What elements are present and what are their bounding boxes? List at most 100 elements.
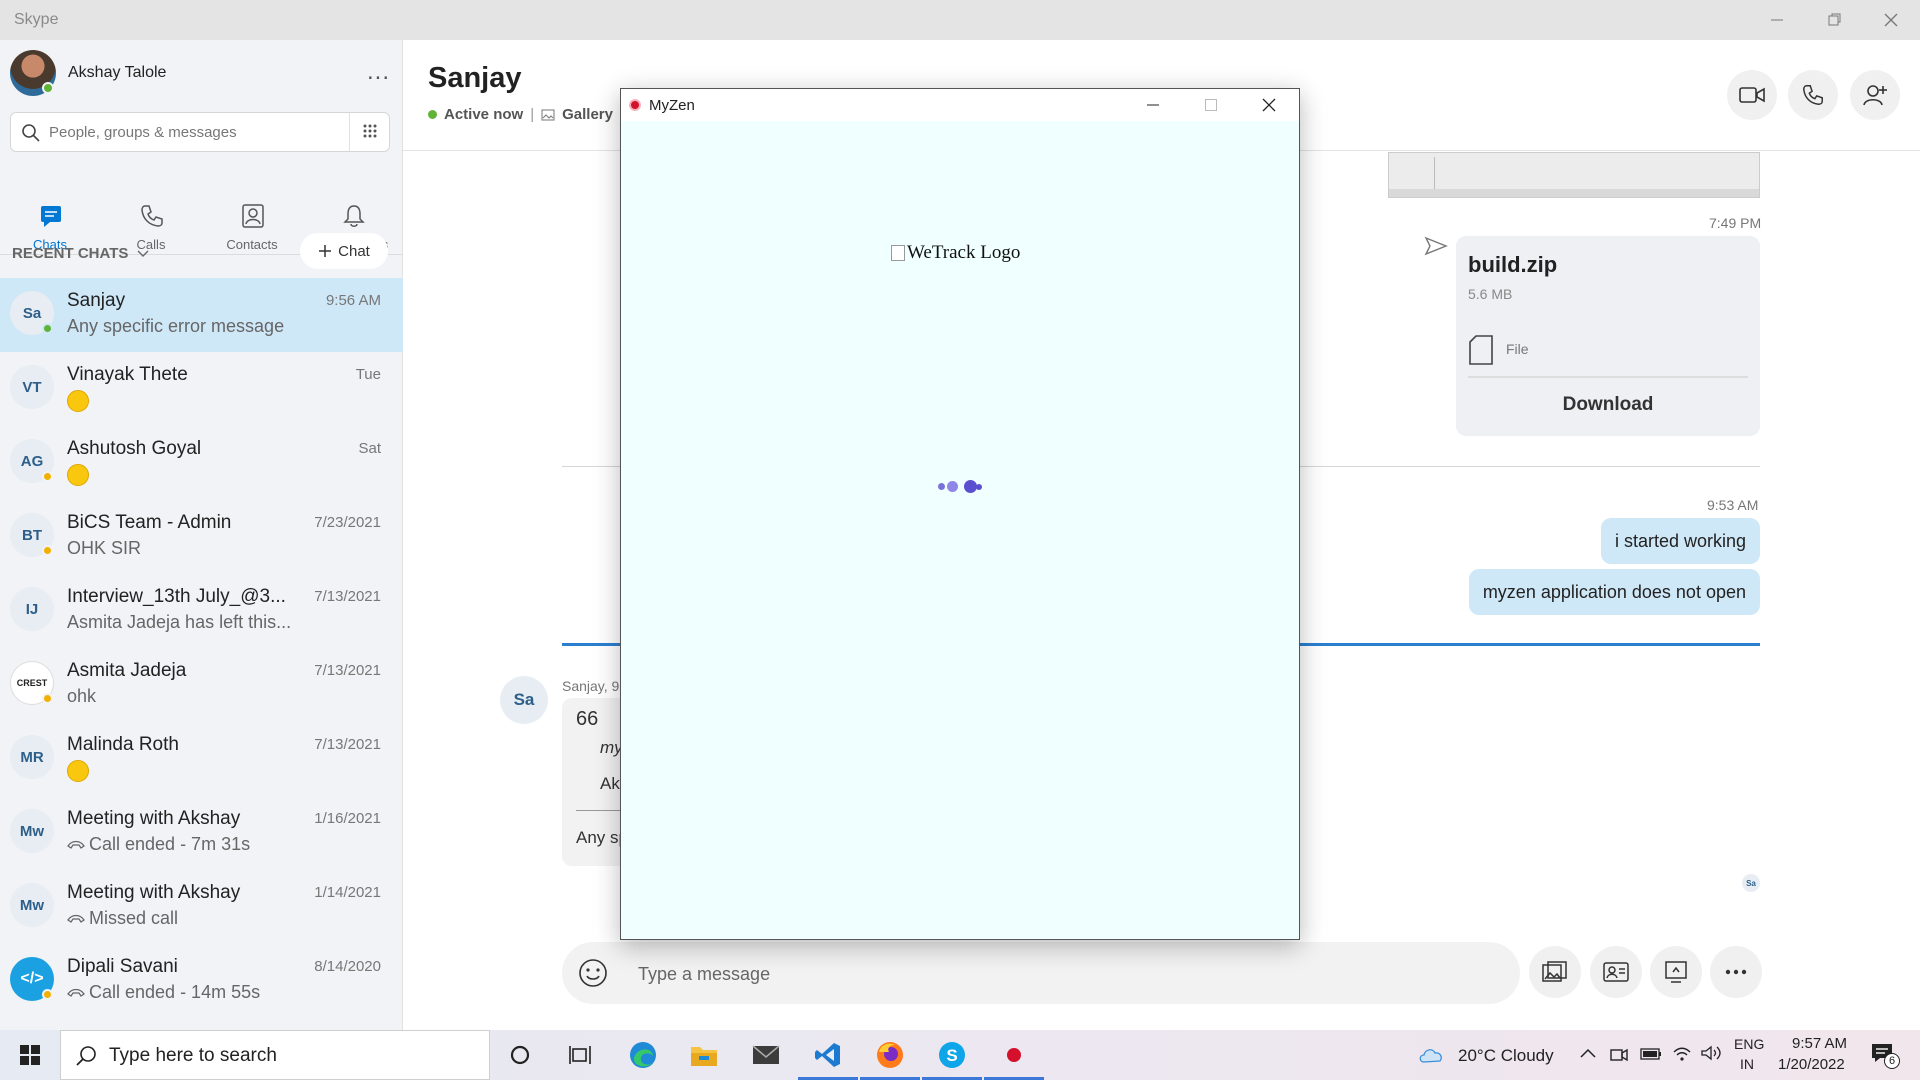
chat-timestamp: 1/14/2021 <box>314 884 381 901</box>
thinking-emoji-icon <box>67 464 89 487</box>
chat-preview-text: Call ended - 7m 31s <box>89 834 251 854</box>
avatar[interactable]: Mw <box>10 883 54 927</box>
chat-timestamp: 1/16/2021 <box>314 810 381 827</box>
firefox-taskbar-button[interactable] <box>860 1030 920 1080</box>
phone-icon <box>1803 85 1823 105</box>
sent-message[interactable]: i started working <box>1600 518 1760 564</box>
tab-contacts[interactable]: Contacts <box>202 165 302 253</box>
chat-name: Ashutosh Goyal <box>67 438 202 459</box>
chat-list-item[interactable]: CREST Asmita Jadeja ohk 7/13/2021 <box>0 648 403 722</box>
battery-icon[interactable] <box>1640 1048 1662 1060</box>
close-button[interactable] <box>1862 0 1920 40</box>
restore-button[interactable] <box>1806 0 1864 40</box>
chat-preview-text: Call ended - 14m 55s <box>89 982 261 1002</box>
file-divider <box>1468 376 1748 378</box>
cortana-button[interactable] <box>490 1030 550 1080</box>
message-timestamp: 7:49 PM <box>1709 215 1762 231</box>
chat-list-item[interactable]: Mw Meeting with Akshay Call ended - 7m 31s… <box>0 796 403 870</box>
conversation-title: Sanjay <box>428 62 522 94</box>
audio-call-button[interactable] <box>1788 70 1838 120</box>
clock-time[interactable]: 9:57 AM <box>1792 1035 1847 1052</box>
taskbar-search[interactable]: Type here to search <box>60 1030 490 1080</box>
chat-name: Sanjay <box>67 290 126 311</box>
avatar[interactable]: MR <box>10 735 54 779</box>
volume-icon[interactable] <box>1700 1044 1722 1062</box>
taskbar-search-input[interactable]: Type here to search <box>109 1045 277 1067</box>
message-input[interactable]: Type a message <box>638 964 770 985</box>
myzen-close-button[interactable] <box>1240 89 1298 121</box>
avatar[interactable]: VT <box>10 365 54 409</box>
chat-list-item[interactable]: AG Ashutosh Goyal Sat <box>0 426 403 500</box>
avatar[interactable]: Sa <box>500 676 548 724</box>
chevron-up-icon[interactable] <box>1580 1048 1596 1058</box>
more-options-icon[interactable]: ... <box>367 58 390 86</box>
gallery-link[interactable]: Gallery <box>562 106 613 123</box>
myzen-minimize-button[interactable] <box>1124 89 1182 121</box>
profile[interactable]: Akshay Talole ... <box>10 50 390 100</box>
chat-list-item[interactable]: Sa Sanjay Any specific error message 9:56 A… <box>0 278 403 352</box>
chat-list-item[interactable]: </> Dipali Savani Call ended - 14m 55s 8/14… <box>0 944 403 1018</box>
more-options-button[interactable] <box>1710 946 1762 998</box>
send-contact-button[interactable] <box>1590 946 1642 998</box>
windows-logo-icon <box>20 1045 40 1065</box>
active-status-label: Active now <box>444 106 524 123</box>
weather-widget[interactable] <box>1418 1043 1446 1072</box>
myzen-title-bar[interactable]: MyZen <box>621 89 1299 121</box>
start-button[interactable] <box>0 1030 60 1080</box>
screenshot-thumbnail[interactable] <box>1388 152 1760 198</box>
presence-online-dot <box>428 110 437 119</box>
myzen-taskbar-button[interactable] <box>984 1030 1044 1080</box>
download-button[interactable]: Download <box>1456 394 1760 416</box>
add-files-button[interactable] <box>1529 946 1581 998</box>
search-icon <box>22 124 40 142</box>
video-call-button[interactable] <box>1727 70 1777 120</box>
search-input[interactable]: People, groups & messages <box>49 124 237 141</box>
emoji-icon[interactable] <box>576 956 610 990</box>
chat-timestamp: 8/14/2020 <box>314 958 381 975</box>
smile-emoji-icon <box>67 390 89 413</box>
minimize-button[interactable] <box>1748 0 1806 40</box>
chat-list-item[interactable]: MR Malinda Roth 7/13/2021 <box>0 722 403 796</box>
language-indicator[interactable]: ENG <box>1734 1036 1764 1052</box>
message-composer[interactable]: Type a message <box>562 942 1520 1004</box>
mail-button[interactable] <box>736 1030 796 1080</box>
myzen-maximize-button[interactable] <box>1182 89 1240 121</box>
chat-preview: OHK SIR <box>67 538 141 559</box>
search-box[interactable]: People, groups & messages <box>10 112 390 152</box>
contacts-icon <box>242 204 264 228</box>
wifi-icon[interactable] <box>1672 1044 1692 1062</box>
skype-taskbar-button[interactable]: S <box>922 1030 982 1080</box>
chat-list-item[interactable]: IJ Interview_13th July_@3... Asmita Jadeja… <box>0 574 403 648</box>
tab-chats[interactable]: Chats <box>0 165 100 253</box>
chat-timestamp: 7/23/2021 <box>314 514 381 531</box>
chat-preview-text: OHK SIR <box>67 538 142 558</box>
myzen-window[interactable]: MyZen WeTrack Logo <box>620 88 1300 940</box>
chat-preview: Asmita Jadeja has left this... <box>67 612 291 633</box>
tab-calls[interactable]: Calls <box>101 165 201 253</box>
dialpad-button[interactable] <box>349 113 389 151</box>
phone-icon <box>141 205 163 227</box>
avatar[interactable]: Mw <box>10 809 54 853</box>
vscode-taskbar-button[interactable] <box>798 1030 858 1080</box>
add-person-icon <box>1863 85 1887 106</box>
new-chat-button[interactable]: Chat <box>300 233 388 269</box>
file-attachment-card[interactable]: build.zip 5.6 MB File Download <box>1456 236 1760 436</box>
edge-taskbar-button[interactable] <box>613 1030 673 1080</box>
meet-now-icon[interactable] <box>1610 1046 1628 1064</box>
notification-center-button[interactable]: 6 <box>1870 1042 1900 1070</box>
share-screen-button[interactable] <box>1650 946 1702 998</box>
recent-chats-toggle[interactable]: RECENT CHATS <box>12 245 149 262</box>
task-view-button[interactable] <box>550 1030 610 1080</box>
chat-list-item[interactable]: BT BiCS Team - Admin OHK SIR 7/23/2021 <box>0 500 403 574</box>
weather-text[interactable]: 20°C Cloudy <box>1458 1046 1554 1066</box>
avatar[interactable]: IJ <box>10 587 54 631</box>
message-timestamp: 9:53 AM <box>1707 497 1759 513</box>
sent-message[interactable]: myzen application does not open <box>1468 569 1760 615</box>
chat-list-item[interactable]: Mw Meeting with Akshay Missed call 1/14/202… <box>0 870 403 944</box>
chat-list-item[interactable]: VT Vinayak Thete Tue <box>0 352 403 426</box>
chat-preview: Call ended - 14m 55s <box>67 982 260 1003</box>
chat-name: Meeting with Akshay <box>67 808 241 829</box>
add-people-button[interactable] <box>1850 70 1900 120</box>
contact-card-icon <box>1603 962 1629 982</box>
file-explorer-button[interactable] <box>674 1030 734 1080</box>
